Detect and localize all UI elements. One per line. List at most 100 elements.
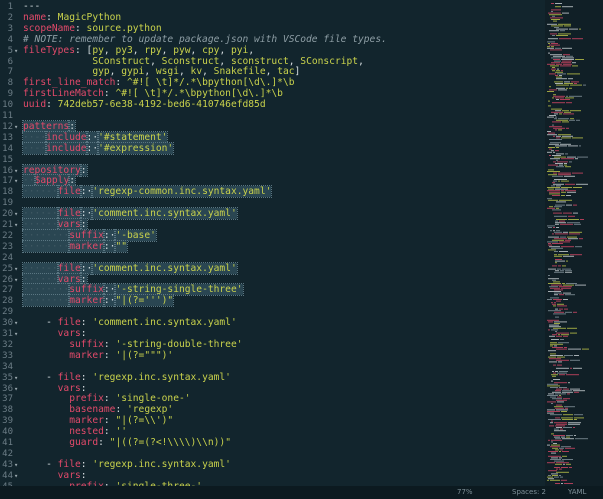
code-line[interactable]: 41 guard: "|((?=(?<!\\\\)\\n))": [0, 437, 545, 449]
minimap-mark: [550, 54, 562, 56]
minimap-mark: [570, 84, 582, 86]
code-token: :: [98, 437, 110, 448]
code-token: :: [80, 458, 93, 470]
indentation-setting[interactable]: Spaces: 2: [512, 486, 546, 499]
code-token: :: [80, 371, 93, 383]
chevron-down-icon[interactable]: ▾: [14, 166, 21, 177]
minimap-mark: [551, 433, 554, 435]
line-number: 21: [2, 220, 13, 230]
minimap-mark: [568, 78, 573, 80]
code-line[interactable]: 14 ··-·include:·'#expression': [0, 141, 545, 155]
minimap-mark: [555, 270, 559, 272]
chevron-down-icon[interactable]: ▾: [14, 122, 21, 133]
chevron-down-icon[interactable]: ▾: [14, 46, 21, 57]
zoom-level[interactable]: 77%: [457, 486, 473, 499]
minimap-mark: [568, 422, 581, 424]
code-line[interactable]: 23 ········marker:·"": [0, 239, 545, 253]
chevron-down-icon[interactable]: ▾: [14, 264, 21, 275]
minimap-mark: [547, 412, 554, 414]
code-line[interactable]: 18 ····-·file:·'regexp-common.inc.syntax.…: [0, 185, 545, 199]
minimap-mark: [559, 220, 565, 222]
chevron-down-icon[interactable]: ▾: [14, 471, 21, 482]
minimap-mark: [559, 164, 563, 166]
minimap-mark: [555, 463, 562, 465]
minimap-mark: [555, 331, 557, 332]
line-number: 28: [2, 296, 13, 307]
chevron-down-icon[interactable]: ▾: [14, 460, 21, 471]
minimap-mark: [551, 108, 562, 110]
code-line[interactable]: 33 marker: '|(?=""")': [0, 350, 545, 362]
minimap-mark: [573, 311, 577, 313]
minimap-mark: [556, 227, 559, 228]
minimap-mark: [583, 84, 586, 86]
minimap-mark: [582, 348, 589, 350]
minimap-mark: [553, 135, 555, 137]
code-token: -: [23, 458, 58, 470]
code-line[interactable]: 24: [0, 253, 545, 264]
minimap-mark: [558, 265, 561, 267]
code-token: ,: [103, 44, 116, 56]
minimap-mark: [566, 283, 577, 284]
chevron-down-icon[interactable]: ▾: [14, 220, 21, 231]
minimap-mark: [551, 403, 553, 404]
minimap-mark: [549, 324, 559, 326]
minimap-mark: [561, 158, 574, 160]
minimap-mark: [547, 41, 555, 43]
minimap-mark: [548, 12, 561, 14]
chevron-down-icon[interactable]: ▾: [14, 176, 21, 187]
line-number: 33: [2, 350, 13, 361]
code-token: suffix: [69, 338, 104, 350]
minimap-mark: [553, 327, 566, 329]
code-line[interactable]: 16 ▾ repository:: [0, 163, 545, 177]
code-token: tac: [277, 66, 295, 78]
minimap-mark: [548, 244, 552, 246]
code-token: '#expression': [97, 141, 175, 155]
minimap-mark: [566, 195, 571, 196]
code-token: :: [79, 218, 88, 231]
minimap-mark: [554, 311, 564, 313]
minimap-mark: [560, 428, 563, 430]
code-editor[interactable]: 1 --- 2 name: MagicPython 3 scopeName: source…: [0, 0, 545, 486]
chevron-down-icon[interactable]: ▾: [14, 329, 21, 340]
chevron-down-icon[interactable]: ▾: [14, 318, 21, 329]
minimap-mark: [554, 231, 562, 233]
chevron-down-icon[interactable]: ▾: [14, 384, 21, 395]
minimap-mark: [550, 230, 552, 232]
minimap-mark: [554, 294, 558, 296]
minimap-mark: [563, 63, 572, 65]
minimap-mark: [554, 238, 567, 240]
minimap-mark: [563, 255, 574, 257]
minimap-mark: [548, 105, 551, 107]
minimap-mark: [556, 359, 569, 361]
code-line[interactable]: 28 ········marker:·"|(?=''')": [0, 294, 545, 308]
chevron-down-icon[interactable]: ▾: [14, 373, 21, 384]
code-token: file: [57, 371, 81, 383]
minimap-mark: [579, 238, 583, 240]
code-token: ,: [190, 44, 203, 56]
code-token: repository: [22, 163, 82, 177]
code-line[interactable]: 15: [0, 155, 545, 166]
chevron-down-icon[interactable]: ▾: [14, 275, 21, 286]
minimap-mark: [561, 59, 574, 60]
minimap[interactable]: [545, 0, 603, 486]
code-token: 'comment.inc.syntax.yaml': [92, 317, 237, 329]
chevron-down-icon[interactable]: ▾: [14, 209, 21, 220]
line-number: 2: [7, 12, 13, 23]
minimap-mark: [548, 321, 553, 323]
minimap-mark: [561, 446, 571, 448]
minimap-mark: [555, 390, 561, 392]
syntax-mode[interactable]: YAML: [568, 486, 586, 499]
line-number: 27: [2, 285, 13, 296]
minimap-mark: [569, 28, 578, 30]
minimap-mark: [579, 28, 581, 30]
minimap-mark: [547, 131, 551, 132]
minimap-mark: [549, 286, 558, 288]
code-line[interactable]: 10 uuid: 742deb57-6e38-4192-bed6-410746ef…: [0, 99, 545, 111]
minimap-mark: [548, 278, 559, 280]
minimap-mark: [548, 478, 554, 480]
code-line[interactable]: 11: [0, 111, 545, 122]
line-number: 24: [2, 252, 13, 263]
code-line[interactable]: 25 ▾ ····-·file:·'comment.inc.syntax.yaml': [0, 261, 545, 275]
minimap-mark: [551, 68, 556, 70]
